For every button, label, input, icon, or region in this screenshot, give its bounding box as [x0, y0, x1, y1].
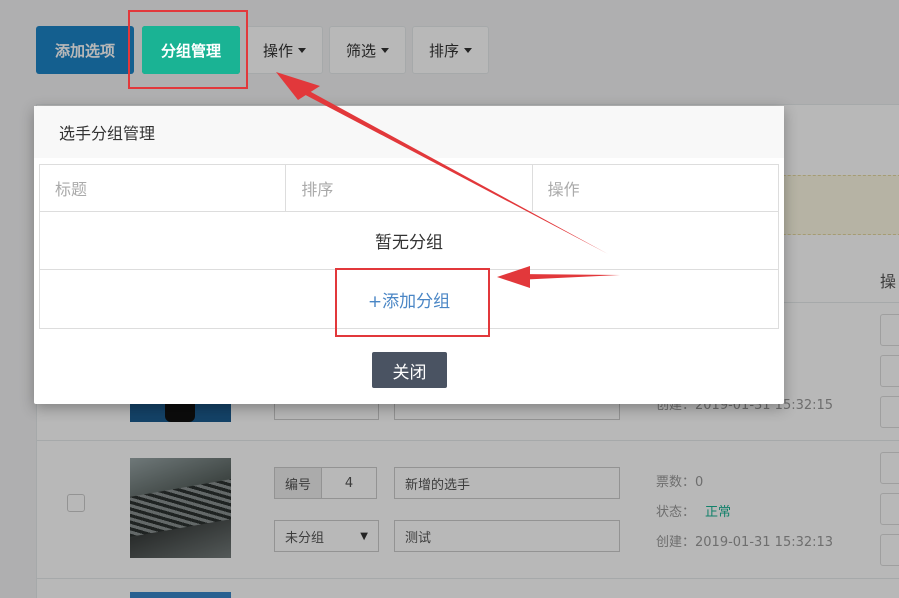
- annotation-arrow-line: [296, 86, 608, 254]
- annotation-arrowhead: [497, 266, 530, 288]
- annotation-arrow-line: [516, 274, 620, 280]
- annotation-arrows: [276, 72, 620, 288]
